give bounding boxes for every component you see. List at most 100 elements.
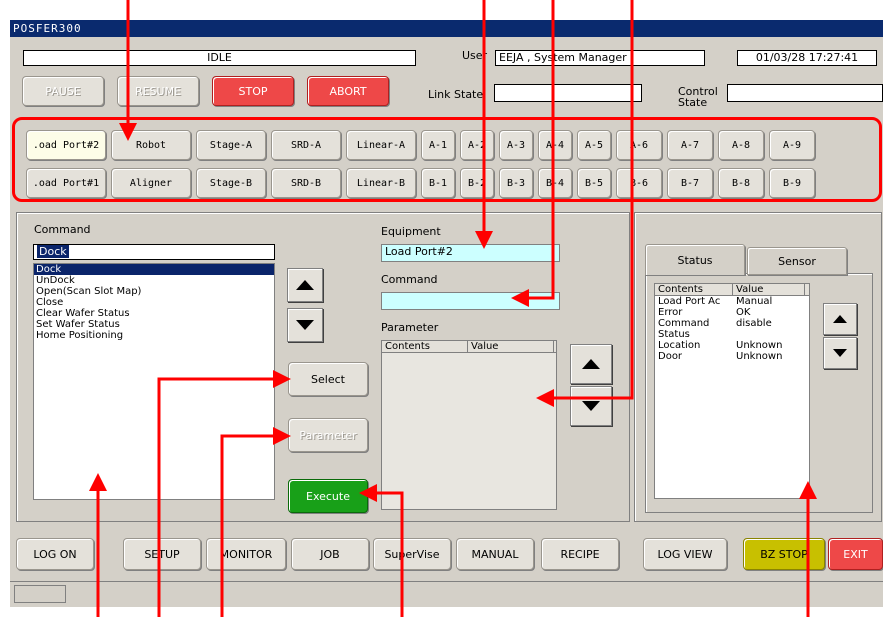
unit-button-label: A-5 [584,139,604,151]
unit-button-label: B-2 [467,177,487,189]
status-col-contents: Contents [655,284,733,295]
command-list-item[interactable]: Dock [34,264,274,275]
command-list-item[interactable]: Home Positioning [34,330,274,341]
unit-button-b-3[interactable]: B-3 [499,168,533,198]
nav-button-job[interactable]: JOB [291,538,369,570]
command-list-item[interactable]: UnDock [34,275,274,286]
up-arrow-icon [296,280,314,290]
nav-button-label: BZ STOP [760,547,808,561]
unit-button-label: B-1 [428,177,448,189]
unit-button-label: Robot [135,139,167,151]
nav-button-bz-stop[interactable]: BZ STOP [743,538,825,570]
nav-button-label: LOG ON [33,547,77,561]
nav-button-monitor[interactable]: MONITOR [206,538,286,570]
unit-button-label: B-7 [680,177,700,189]
command-list-item[interactable]: Set Wafer Status [34,319,274,330]
unit-button-b-7[interactable]: B-7 [667,168,713,198]
command-scroll-up-button[interactable] [287,268,323,302]
status-bar [10,581,883,605]
unit-button-a-1[interactable]: A-1 [421,130,455,160]
unit-button-a-4[interactable]: A-4 [538,130,572,160]
unit-button-a-3[interactable]: A-3 [499,130,533,160]
parameter-button[interactable]: Parameter [288,418,368,452]
nav-button-manual[interactable]: MANUAL [456,538,534,570]
down-arrow-icon [296,320,314,330]
execute-button[interactable]: Execute [288,479,368,513]
control-state-field [727,84,883,102]
status-row-value [735,329,737,340]
parameter-scroll-up-button[interactable] [570,344,612,384]
unit-button-linear-b[interactable]: Linear-B [346,168,416,198]
unit-button-a-5[interactable]: A-5 [577,130,611,160]
unit-button-oad-port-2[interactable]: .oad Port#2 [26,130,106,160]
parameter-scroll-down-button[interactable] [570,386,612,426]
unit-button-robot[interactable]: Robot [111,130,191,160]
parameter-table[interactable]: Contents Value [381,340,557,510]
unit-button-oad-port-1[interactable]: .oad Port#1 [26,168,106,198]
unit-button-label: .oad Port#2 [32,139,100,151]
up-arrow-icon [833,315,847,323]
unit-button-b-6[interactable]: B-6 [616,168,662,198]
command-list-item[interactable]: Close [34,297,274,308]
status-scroll-up-button[interactable] [823,303,857,335]
equipment-value: Load Port#2 [385,245,453,258]
unit-button-b-1[interactable]: B-1 [421,168,455,198]
nav-button-log-view[interactable]: LOG VIEW [643,538,727,570]
datetime-field: 01/03/28 17:27:41 [737,50,877,66]
unit-button-stage-b[interactable]: Stage-B [196,168,266,198]
bottom-nav: LOG ON SETUP MONITOR JOB SuperVise MANUAL RECI… [16,538,883,570]
command-list[interactable]: Dock UnDock Open(Scan Slot Map) Close Clear … [33,263,275,500]
unit-button-b-5[interactable]: B-5 [577,168,611,198]
nav-button-supervise[interactable]: SuperVise [373,538,451,570]
status-scroll-down-button[interactable] [823,337,857,369]
unit-button-a-8[interactable]: A-8 [718,130,764,160]
tab-sensor[interactable]: Sensor [747,247,847,275]
unit-button-aligner[interactable]: Aligner [111,168,191,198]
status-table-header: Contents Value [655,284,809,296]
nav-button-exit[interactable]: EXIT [828,538,883,570]
execute-label: Execute [306,489,350,503]
command-list-item[interactable]: Open(Scan Slot Map) [34,286,274,297]
unit-row-1: .oad Port#2 Robot Stage-A SRD-A Linear-A A-1 A… [26,130,882,160]
unit-button-srd-a[interactable]: SRD-A [271,130,341,160]
pause-button[interactable]: PAUSE [22,76,104,106]
user-field: EEJA , System Manager [495,50,705,66]
nav-button-setup[interactable]: SETUP [123,538,201,570]
unit-button-label: A-3 [506,139,526,151]
unit-button-srd-b[interactable]: SRD-B [271,168,341,198]
command-combo[interactable]: Dock [33,244,275,260]
stop-button[interactable]: STOP [212,76,294,106]
parameter-table-header: Contents Value [382,341,556,353]
unit-button-label: SRD-A [290,139,322,151]
command-list-item[interactable]: Clear Wafer Status [34,308,274,319]
unit-button-a-2[interactable]: A-2 [460,130,494,160]
abort-button[interactable]: ABORT [307,76,389,106]
unit-button-a-9[interactable]: A-9 [769,130,815,160]
nav-button-log-on[interactable]: LOG ON [16,538,94,570]
unit-button-label: B-6 [629,177,649,189]
unit-button-b-9[interactable]: B-9 [769,168,815,198]
unit-button-a-7[interactable]: A-7 [667,130,713,160]
status-row: Command disable [655,318,809,329]
resume-button[interactable]: RESUME [117,76,199,106]
command-scroll-down-button[interactable] [287,308,323,342]
unit-button-linear-a[interactable]: Linear-A [346,130,416,160]
unit-button-label: Stage-A [209,139,253,151]
unit-button-label: .oad Port#1 [32,177,100,189]
nav-button-recipe[interactable]: RECIPE [541,538,619,570]
unit-button-b-2[interactable]: B-2 [460,168,494,198]
equipment-field: Load Port#2 [381,244,560,262]
unit-button-b-8[interactable]: B-8 [718,168,764,198]
unit-button-a-6[interactable]: A-6 [616,130,662,160]
command-title: Command [34,223,91,236]
nav-button-label: MANUAL [471,547,519,561]
select-button[interactable]: Select [288,362,368,396]
unit-button-label: Linear-A [356,139,406,151]
status-row-value: Unknown [736,340,783,351]
status-table[interactable]: Contents Value Load Port Ac Manual Error OK… [654,283,810,499]
unit-button-b-4[interactable]: B-4 [538,168,572,198]
equipment-label: Equipment [381,225,441,238]
unit-button-label: A-1 [428,139,448,151]
tab-status[interactable]: Status [645,244,745,275]
unit-button-stage-a[interactable]: Stage-A [196,130,266,160]
